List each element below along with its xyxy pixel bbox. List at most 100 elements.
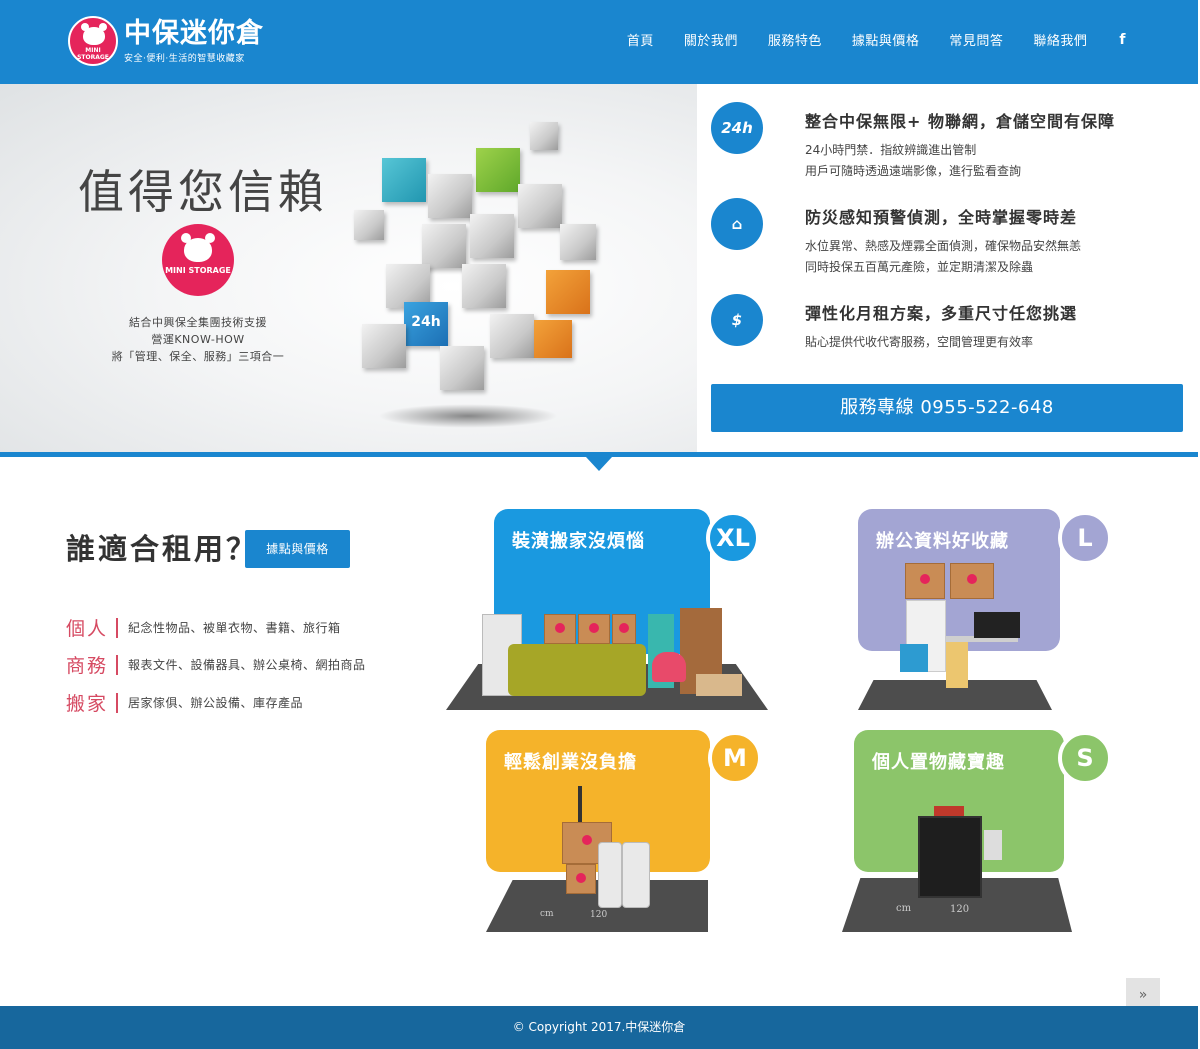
cube-shadow: [378, 404, 558, 428]
main-nav: 首頁 關於我們 服務特色 據點與價格 常見問答 聯絡我們 f: [597, 30, 1126, 50]
audience-label: 個人: [66, 618, 109, 640]
logo-subtitle: 安全·便利·生活的智慧收藏家: [124, 53, 245, 64]
cube: [560, 224, 596, 260]
feature-text: 水位異常、熱感及煙霧全面偵測，確保物品安然無恙 同時投保五百萬元產險，並定期清潔…: [805, 236, 1081, 278]
hero-desc-line: 將「管理、保全、服務」三項合一: [111, 350, 285, 363]
audience-text: 紀念性物品、被單衣物、書籍、旅行箱: [128, 621, 341, 635]
cube: [530, 122, 558, 150]
kettle-illustration: [984, 830, 1002, 860]
size-badge: L: [1058, 511, 1112, 565]
divider-arrow-icon: [586, 457, 612, 471]
feature-text: 貼心提供代收代寄服務，空間管理更有效率: [805, 332, 1033, 353]
cube: [440, 346, 484, 390]
floor-width-label: 120: [950, 904, 970, 915]
site-logo[interactable]: MINI STORAGE 中保迷你倉 安全·便利·生活的智慧收藏家: [68, 16, 264, 66]
cube: [382, 158, 426, 202]
logo-text: 中保迷你倉 安全·便利·生活的智慧收藏家: [124, 17, 264, 64]
hero-desc-line: 營運KNOW-HOW: [151, 333, 245, 346]
feature-line: 同時投保五百萬元產險，並定期清潔及除蟲: [805, 260, 1034, 274]
cube: [490, 314, 534, 358]
card-title: 個人置物藏寶趣: [872, 752, 1005, 773]
feature-line: 貼心提供代收代寄服務，空間管理更有效率: [805, 335, 1034, 349]
money-hand-icon: $: [711, 294, 763, 346]
feature-title: 整合中保無限+ 物聯網，倉儲空間有保障: [805, 112, 1115, 131]
nav-about[interactable]: 關於我們: [684, 30, 738, 49]
separator: [116, 654, 119, 675]
monitor-illustration: [974, 612, 1020, 638]
suitcase-illustration: [598, 842, 622, 908]
size-badge: S: [1058, 731, 1112, 785]
mini-storage-badge-icon: MINI STORAGE: [162, 224, 234, 296]
cube: [546, 270, 590, 314]
floor-unit-label: cm: [540, 909, 554, 919]
logo-title: 中保迷你倉: [124, 17, 264, 49]
features-panel: 24h 整合中保無限+ 物聯網，倉儲空間有保障 24小時門禁．指紋辨識進出管制 …: [697, 84, 1198, 452]
cube: [428, 174, 472, 218]
audience-label: 搬家: [66, 693, 109, 715]
cube: [470, 214, 514, 258]
nav-features[interactable]: 服務特色: [768, 30, 822, 49]
table-illustration: [696, 674, 742, 696]
item-illustration: [934, 806, 964, 816]
feature-line: 用戶可隨時透過遠端影像，進行監看查詢: [805, 164, 1022, 178]
bear-icon: [181, 233, 215, 262]
mini-storage-logo-icon: MINI STORAGE: [68, 16, 118, 66]
box-illustration: [566, 864, 596, 894]
feature-line: 水位異常、熱感及煙霧全面偵測，確保物品安然無恙: [805, 239, 1082, 253]
cube: [534, 320, 572, 358]
hero-description: 結合中興保全集團技術支援 營運KNOW-HOW 將「管理、保全、服務」三項合一: [98, 314, 298, 365]
audience-row: 個人 紀念性物品、被單衣物、書籍、旅行箱: [66, 614, 341, 641]
box-illustration: [905, 563, 945, 599]
feature-text: 24小時門禁．指紋辨識進出管制 用戶可隨時透過遠端影像，進行監看查詢: [805, 140, 1021, 182]
24h-icon: 24h: [411, 314, 441, 330]
nav-faq[interactable]: 常見問答: [949, 30, 1003, 49]
hero-section: 值得您信賴 MINI STORAGE 結合中興保全集團技術支援 營運KNOW-H…: [0, 84, 1198, 454]
cube: [462, 264, 506, 308]
floor-mat: [486, 880, 708, 932]
copyright-text: © Copyright 2017.中保迷你倉: [512, 1020, 686, 1034]
box-illustration: [544, 614, 576, 644]
cube: [476, 148, 520, 192]
nav-home[interactable]: 首頁: [627, 30, 654, 49]
hero-title: 值得您信賴: [78, 165, 328, 219]
floor-width-label: 120: [590, 910, 608, 920]
cube: 24h: [404, 302, 448, 346]
locations-prices-button[interactable]: 據點與價格: [245, 530, 350, 568]
size-badge: M: [708, 731, 762, 785]
cube: [362, 324, 406, 368]
site-footer: © Copyright 2017.中保迷你倉: [0, 1006, 1198, 1049]
chair-illustration: [652, 652, 686, 682]
who-section-title: 誰適合租用？: [66, 532, 259, 566]
cabinet-illustration: [918, 816, 982, 898]
box-illustration: [950, 563, 994, 599]
sofa-illustration: [508, 644, 646, 696]
hotline-button[interactable]: 服務專線 0955-522-648: [711, 384, 1183, 432]
audience-label: 商務: [66, 655, 109, 677]
cube-cluster-illustration: 24h: [350, 114, 620, 434]
nav-contact[interactable]: 聯絡我們: [1033, 30, 1087, 49]
box-illustration: [578, 614, 610, 644]
hero-badge-text: MINI STORAGE: [165, 266, 231, 275]
floor-unit-label: cm: [896, 903, 912, 914]
nav-locations-prices[interactable]: 據點與價格: [852, 30, 920, 49]
facebook-icon[interactable]: f: [1119, 32, 1126, 48]
size-badge: XL: [706, 511, 760, 565]
cube: [518, 184, 562, 228]
card-title: 辦公資料好收藏: [876, 531, 1009, 552]
audience-text: 報表文件、設備器具、辦公桌椅、網拍商品: [128, 658, 366, 672]
cube: [354, 210, 384, 240]
audience-text: 居家傢俱、辦公設備、庫存產品: [128, 696, 304, 710]
feature-title: 防災感知預警偵測，全時掌握零時差: [805, 208, 1078, 227]
home-sensor-icon: ⌂: [711, 198, 763, 250]
feature-title: 彈性化月租方案，多重尺寸任您挑選: [805, 304, 1078, 323]
logo-badge-text: MINI STORAGE: [77, 47, 109, 61]
cube: [422, 224, 466, 268]
card-title: 輕鬆創業沒負擔: [504, 752, 637, 773]
chair-illustration: [900, 644, 928, 672]
card-title: 裝潢搬家沒煩惱: [512, 531, 645, 552]
drawer-illustration: [946, 642, 968, 688]
feature-line: 24小時門禁．指紋辨識進出管制: [805, 143, 977, 157]
separator: [116, 617, 119, 638]
box-illustration: [612, 614, 636, 644]
24h-icon: 24h: [711, 102, 763, 154]
